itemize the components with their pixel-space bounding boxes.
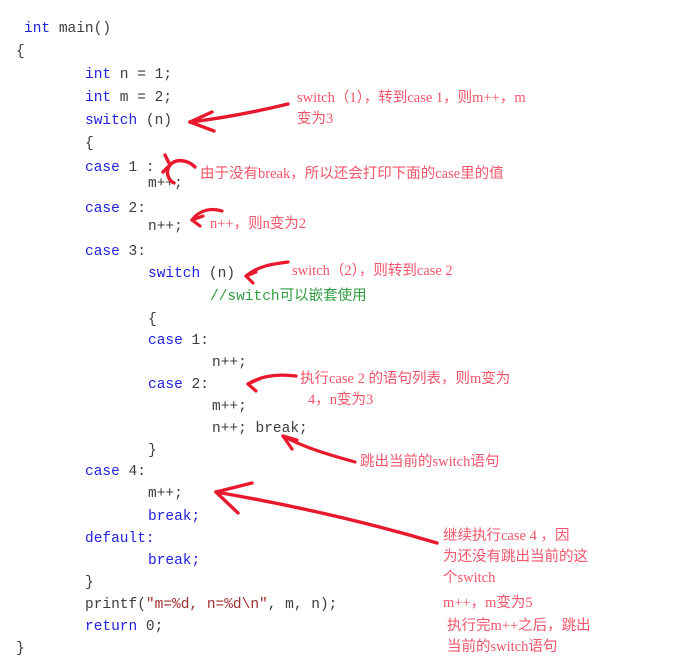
decl-n-rest: n = 1; [111, 67, 173, 83]
keyword-switch-outer: switch [85, 113, 138, 129]
code-line-close-brace-nested-switch: } [148, 440, 157, 464]
code-line-decl-n: int n = 1; [85, 64, 172, 88]
stmt-m-inc-case1: m++; [148, 176, 183, 192]
return-value: 0; [137, 619, 164, 635]
keyword-nested-case-2: case [148, 377, 183, 393]
comment-nested-switch: //switch可以嵌套使用 [210, 289, 367, 305]
code-line-close-brace-main: } [16, 638, 25, 662]
brace-open-outer-switch: { [85, 136, 94, 152]
brace-close-outer-switch: } [85, 575, 94, 591]
code-line-nested-n-inc-break: n++; break; [212, 418, 308, 442]
note-break-exits-switch: 跳出当前的switch语句 [360, 454, 500, 470]
code-line-case2-n-inc: n++; [148, 216, 183, 240]
switch-nested-arg: (n) [200, 266, 236, 282]
nested-case-2-label: 2: [182, 377, 209, 393]
code-line-nested-case1-n-inc: n++; [212, 352, 247, 376]
stmt-m-inc-case4: m++; [148, 486, 183, 502]
code-line-case4-break: break; [148, 506, 200, 530]
keyword-case-4: case [85, 464, 120, 480]
brace-open-nested-switch: { [148, 312, 157, 328]
code-line-case-1: case 1 : [85, 157, 155, 181]
code-line-printf: printf("m=%d, n=%d\n", m, n); [85, 594, 337, 618]
keyword-nested-case-1: case [148, 333, 183, 349]
printf-format-string: "m=%d, n=%d\n" [145, 597, 268, 613]
printf-arguments: , m, n); [267, 597, 338, 613]
note-switch-2-to-case-2: switch（2），则转到case 2 [292, 263, 453, 279]
keyword-return: return [85, 619, 138, 635]
note-after-m-inc-exit-switch: 执行完m++之后，跳出 当前的switch语句 [447, 618, 591, 655]
note-switch-1-to-case-1: switch（1），转到case 1，则m++，m 变为3 [297, 90, 526, 127]
case-4-label: 4: [119, 464, 146, 480]
switch-outer-arg: (n) [137, 113, 173, 129]
note-continue-case-4: 继续执行case 4 ，因 为还没有跳出当前的这 个switch [443, 528, 588, 586]
decl-m-rest: m = 2; [111, 90, 173, 106]
keyword-break-case4: break; [148, 509, 201, 525]
brace-close-main: } [16, 641, 25, 657]
keyword-case-3: case [85, 244, 120, 260]
case-3-label: 3: [119, 244, 146, 260]
code-line-case-3: case 3: [85, 241, 146, 265]
code-line-switch-nested: switch (n) [148, 263, 235, 287]
printf-call: printf( [85, 597, 146, 613]
keyword-break-default: break; [148, 553, 201, 569]
note-n-becomes-2: n++，则n变为2 [210, 216, 307, 232]
code-line-switch-outer: switch (n) [85, 110, 172, 134]
code-line-nested-case-2: case 2: [148, 374, 209, 398]
code-line-case-2: case 2: [85, 198, 146, 222]
brace-open-main: { [16, 44, 25, 60]
code-line-default-break: break; [148, 550, 200, 574]
stmt-n-inc-nested-case1: n++; [212, 355, 247, 371]
keyword-case-1: case [85, 160, 120, 176]
code-line-nested-case2-m-inc: m++; [212, 396, 247, 420]
code-line-decl-m: int m = 2; [85, 87, 172, 111]
stmt-m-inc-nested-case2: m++; [212, 399, 247, 415]
code-line-nested-comment: //switch可以嵌套使用 [210, 286, 367, 310]
stmt-n-inc-break: n++; break; [212, 421, 308, 437]
case-2-label: 2: [119, 201, 146, 217]
keyword-int-m: int [85, 90, 112, 106]
code-line-close-brace-outer-switch: } [85, 572, 94, 596]
keyword-switch-nested: switch [148, 266, 201, 282]
keyword-case-2: case [85, 201, 120, 217]
code-line-int-main: int main() [24, 18, 111, 42]
note-execute-case-2-body: 执行case 2 的语句列表，则m变为 4，n变为3 [300, 371, 511, 408]
brace-close-nested-switch: } [148, 443, 157, 459]
code-line-case4-m-inc: m++; [148, 483, 183, 507]
code-line-case1-m-inc: m++; [148, 173, 183, 197]
stmt-n-inc-case2: n++; [148, 219, 183, 235]
note-no-break-falls-through: 由于没有break，所以还会打印下面的case里的值 [200, 166, 504, 182]
annotated-code-page: int main() { int n = 1; int m = 2; switc… [0, 0, 678, 662]
keyword-int: int [24, 21, 51, 37]
code-line-return: return 0; [85, 616, 163, 640]
note-m-becomes-5: m++，m变为5 [443, 595, 533, 611]
code-line-default: default: [85, 528, 155, 552]
nested-case-1-label: 1: [182, 333, 209, 349]
code-line-open-brace-main: { [16, 41, 25, 65]
code-line-case-4: case 4: [85, 461, 146, 485]
keyword-default: default: [85, 531, 155, 547]
keyword-int-n: int [85, 67, 112, 83]
code-line-nested-case-1: case 1: [148, 330, 209, 354]
function-main: main() [58, 21, 112, 37]
code-line-open-brace-outer-switch: { [85, 133, 94, 157]
